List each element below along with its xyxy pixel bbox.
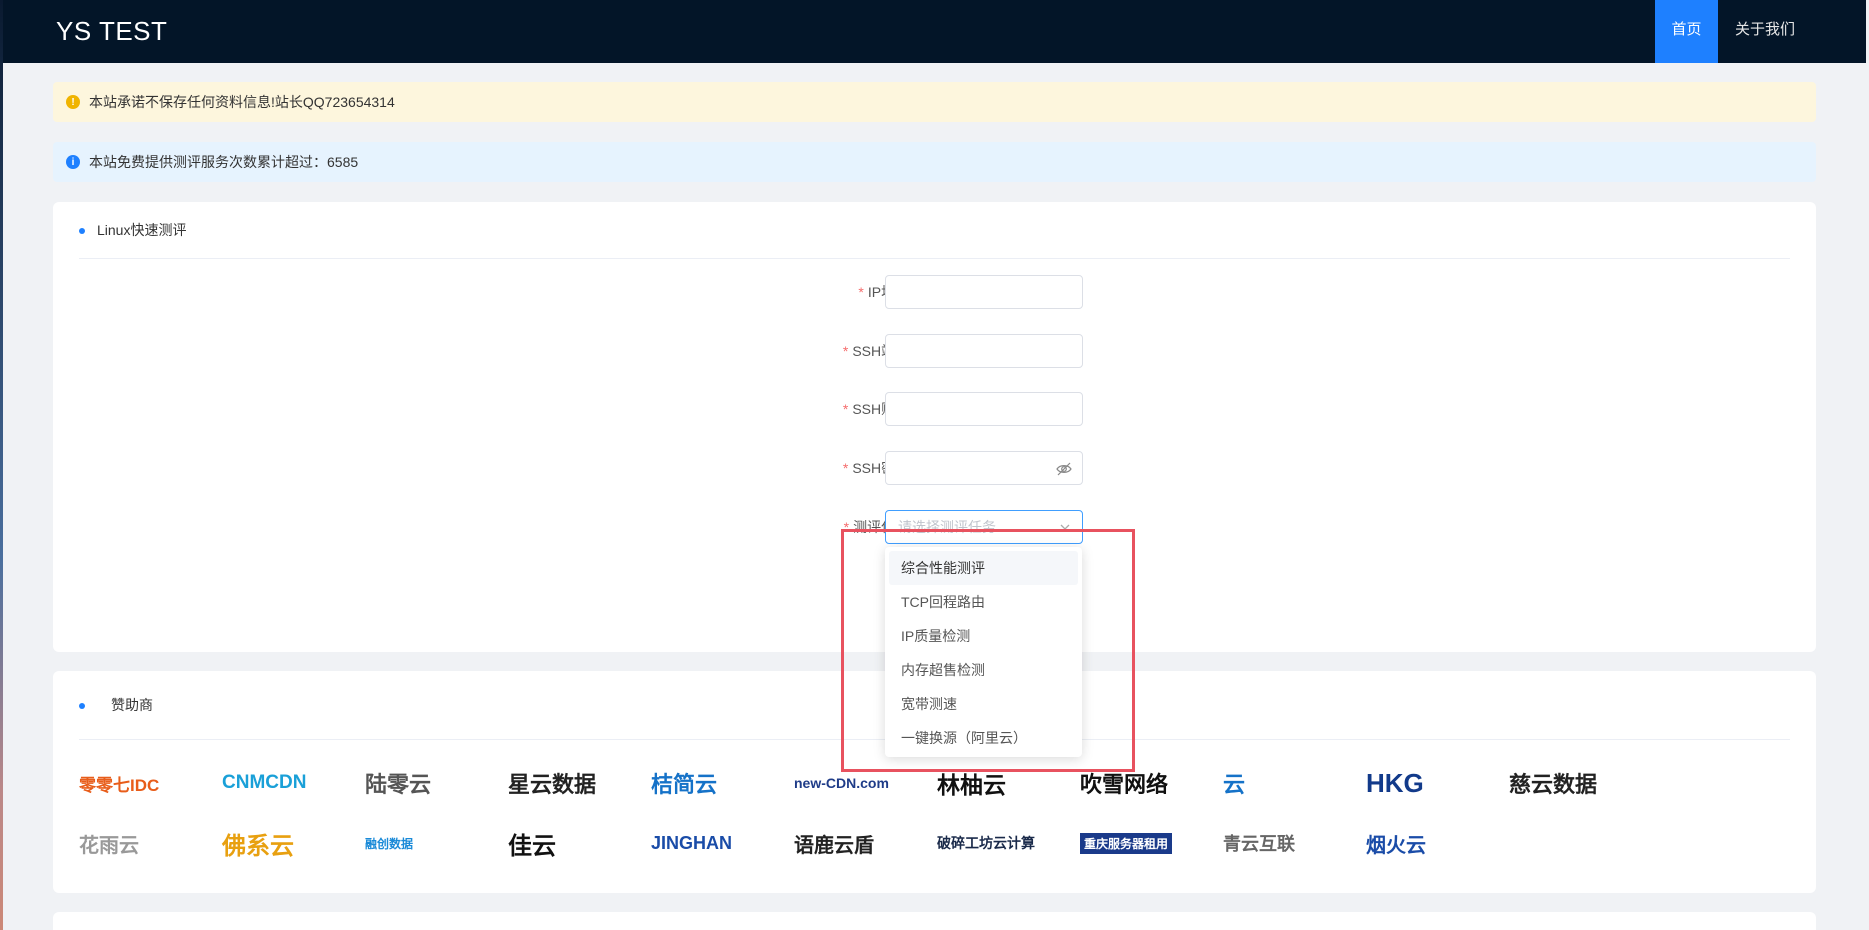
form-row-ip: *IP地址: [53,275,1816,309]
sponsor-logo[interactable]: 烟火云 [1366,820,1509,866]
window-edge [0,0,3,930]
eye-hidden-icon[interactable] [1056,461,1072,477]
main-nav: 首页 关于我们 [1655,0,1866,63]
warning-alert: ! 本站承诺不保存任何资料信息!站长QQ723654314 [53,82,1816,122]
sponsor-logo[interactable]: 星云数据 [508,760,651,806]
bullet-dot [79,703,85,709]
task-option[interactable]: 宽带测速 [889,687,1078,721]
nav-about[interactable]: 关于我们 [1718,0,1812,63]
sponsor-logo[interactable]: 云 [1223,760,1366,806]
sponsor-logo[interactable]: 破碎工坊云计算 [937,820,1080,866]
form-row-port: * SSH端口: [53,334,1816,368]
sponsor-logo[interactable]: new-CDN.com [794,760,937,806]
sponsor-logo[interactable]: 陆零云 [365,760,508,806]
task-option[interactable]: 一键换源（阿里云） [889,721,1078,755]
sponsor-logo[interactable]: 花雨云 [79,820,222,866]
ip-input[interactable] [885,275,1083,309]
password-input[interactable] [885,451,1083,485]
nav-home[interactable]: 首页 [1655,0,1718,63]
task-option[interactable]: 内存超售检测 [889,653,1078,687]
sponsor-logo[interactable]: JINGHAN [651,820,794,866]
sponsor-row-2: 花雨云 佛系云 融创数据 佳云 JINGHAN 语鹿云盾 破碎工坊云计算 重庆服… [79,820,1799,866]
info-text: 本站免费提供测评服务次数累计超过：6585 [89,154,359,170]
port-input[interactable] [885,334,1083,368]
form-row-account: * SSH账号: [53,392,1816,426]
sponsor-logo[interactable]: 慈云数据 [1509,760,1652,806]
card-title: Linux快速测评 [97,222,187,238]
info-alert: i 本站免费提供测评服务次数累计超过：6585 [53,142,1816,182]
warning-text: 本站承诺不保存任何资料信息!站长QQ723654314 [89,94,395,110]
sponsor-logo[interactable]: 桔简云 [651,760,794,806]
sponsor-title: 赞助商 [111,697,153,713]
sponsor-logo[interactable]: CNMCDN [222,760,365,806]
task-option[interactable]: TCP回程路由 [889,585,1078,619]
form-row-password: * SSH密码: [53,451,1816,485]
bullet-dot [79,228,85,234]
top-navbar: YS TEST 首页 关于我们 [3,0,1866,63]
sponsor-logo[interactable]: 青云互联 [1223,820,1366,866]
task-placeholder: 请选择测评任务 [898,519,996,535]
sponsor-logo[interactable]: 林柚云 [937,760,1080,806]
sponsor-logo[interactable]: 佳云 [508,820,651,866]
sponsor-row-1: 零零七IDC CNMCDN 陆零云 星云数据 桔简云 new-CDN.com 林… [79,760,1799,806]
brand-logo-text[interactable]: YS TEST [56,0,167,63]
sponsor-logo[interactable]: HKG [1366,760,1509,806]
account-input[interactable] [885,392,1083,426]
sponsor-logo[interactable]: 吹雪网络 [1080,760,1223,806]
card-header: Linux快速测评 [79,202,1790,259]
task-option[interactable]: IP质量检测 [889,619,1078,653]
info-icon: i [66,155,80,169]
warning-icon: ! [66,95,80,109]
next-card [53,912,1816,930]
sponsor-logo[interactable]: 重庆服务器租用 [1080,820,1223,866]
task-dropdown: 综合性能测评 TCP回程路由 IP质量检测 内存超售检测 宽带测速 一键换源（阿… [885,547,1082,757]
sponsor-logo[interactable]: 融创数据 [365,820,508,866]
form-row-task: * 测评任务: 请选择测评任务 [53,510,1816,544]
sponsor-logo[interactable]: 佛系云 [222,820,365,866]
chevron-down-icon [1060,524,1070,530]
sponsor-logo[interactable]: 零零七IDC [79,760,222,806]
task-option[interactable]: 综合性能测评 [889,551,1078,585]
task-select[interactable]: 请选择测评任务 [885,510,1083,544]
sponsor-logo[interactable]: 语鹿云盾 [794,820,937,866]
